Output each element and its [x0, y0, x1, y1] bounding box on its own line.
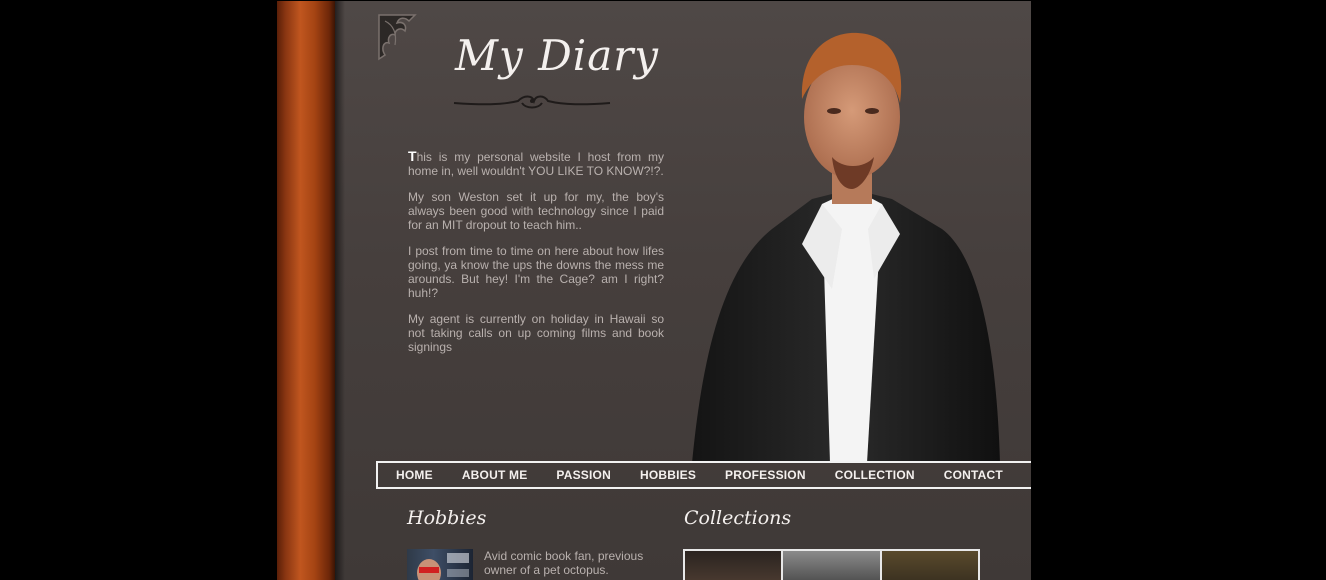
site-logo-title[interactable]: My Diary — [455, 31, 658, 91]
collection-gallery — [683, 549, 980, 580]
main-navigation: HOME ABOUT ME PASSION HOBBIES PROFESSION… — [376, 461, 1031, 489]
nav-home[interactable]: HOME — [396, 468, 433, 482]
nav-hobbies[interactable]: HOBBIES — [640, 468, 696, 482]
collection-thumbnail[interactable] — [881, 551, 978, 580]
drop-cap: T — [408, 148, 417, 164]
nav-profession[interactable]: PROFESSION — [725, 468, 806, 482]
intro-paragraph-3: I post from time to time on here about h… — [408, 244, 664, 300]
intro-paragraph-2: My son Weston set it up for my, the boy'… — [408, 190, 664, 232]
nav-passion[interactable]: PASSION — [556, 468, 611, 482]
intro-paragraph-4: My agent is currently on holiday in Hawa… — [408, 312, 664, 354]
intro-text-block: This is my personal website I host from … — [408, 149, 664, 366]
spine-shadow — [335, 1, 345, 580]
intro-paragraph-1: This is my personal website I host from … — [408, 149, 664, 178]
nav-collection[interactable]: COLLECTION — [835, 468, 915, 482]
nav-about-me[interactable]: ABOUT ME — [462, 468, 528, 482]
leaf-ornament-icon — [378, 14, 417, 61]
flourish-divider-icon — [453, 95, 611, 109]
portrait-photo — [692, 32, 1000, 463]
hobbies-heading: Hobbies — [407, 507, 487, 529]
collections-heading: Collections — [684, 507, 792, 529]
nav-contact[interactable]: CONTACT — [944, 468, 1003, 482]
diary-page: My Diary This is my personal website I h… — [277, 1, 1031, 580]
hobby-description: Avid comic book fan, previous owner of a… — [484, 549, 644, 577]
collection-thumbnail[interactable] — [783, 551, 882, 580]
hobby-thumbnail[interactable] — [407, 549, 473, 580]
book-spine — [277, 1, 335, 580]
collection-thumbnail[interactable] — [685, 551, 784, 580]
intro-paragraph-1-text: his is my personal website I host from m… — [408, 150, 664, 178]
